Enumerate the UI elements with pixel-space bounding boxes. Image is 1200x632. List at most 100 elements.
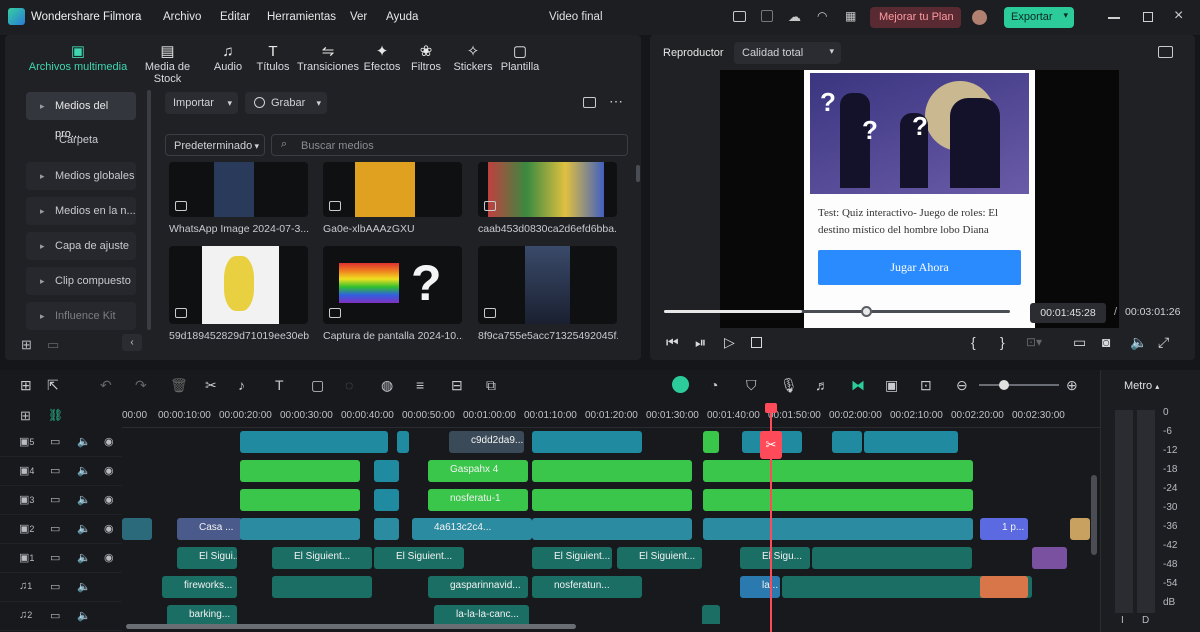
folder-icon[interactable]: ▭	[50, 609, 60, 622]
mark-out-icon[interactable]: }	[1000, 334, 1005, 350]
adjust-icon[interactable]: ≡	[416, 377, 424, 393]
media-thumbnail[interactable]: ?	[323, 246, 462, 324]
tab-archivos-multimedia[interactable]: ▣ Archivos multimedia	[28, 43, 128, 73]
apps-grid-icon[interactable]: ▦	[845, 9, 856, 23]
audio-clip[interactable]: gasparinnavid...	[428, 576, 528, 598]
playhead-handle[interactable]	[765, 403, 777, 413]
tab-media-de-stock[interactable]: ▤ Media de Stock	[130, 43, 205, 85]
sidebar-item-clip-compuesto[interactable]: Clip compuesto	[26, 267, 136, 295]
sidebar-item-medios-nube[interactable]: Medios en la n...	[26, 197, 136, 225]
audio-clip[interactable]	[272, 576, 372, 598]
video-clip[interactable]: El Sigui...	[177, 547, 237, 569]
eye-icon[interactable]: ◉	[104, 435, 114, 448]
display-icon[interactable]: ▭	[1073, 334, 1086, 351]
text-icon[interactable]: T	[275, 377, 284, 393]
media-thumbnail[interactable]	[169, 162, 308, 217]
search-box[interactable]: ⌕ Buscar medios	[271, 134, 628, 156]
video-clip[interactable]	[1070, 518, 1090, 540]
sort-dropdown[interactable]: Predeterminado ▾	[165, 134, 265, 156]
video-clip[interactable]	[703, 518, 973, 540]
add-track-icon[interactable]: ⊞	[20, 408, 31, 424]
video-clip[interactable]	[1032, 547, 1067, 569]
video-clip[interactable]	[240, 460, 360, 482]
audio-clip[interactable]: fireworks...	[162, 576, 237, 598]
video-clip[interactable]	[240, 431, 388, 453]
zoom-in-icon[interactable]: ⊕	[1066, 377, 1078, 394]
video-clip[interactable]	[832, 431, 862, 453]
progress-handle[interactable]	[861, 306, 872, 317]
vertical-scrollbar[interactable]	[1091, 475, 1097, 555]
sidebar-item-influence-kit[interactable]: Influence Kit	[26, 302, 136, 330]
menu-editar[interactable]: Editar	[220, 11, 250, 23]
video-clip[interactable]	[240, 489, 360, 511]
video-clip[interactable]	[703, 489, 973, 511]
new-folder-icon[interactable]: ⊞	[21, 337, 32, 353]
play-step-icon[interactable]: ⏯	[695, 334, 706, 351]
volume-icon[interactable]: 🔈	[77, 493, 91, 506]
volume-icon[interactable]: 🔈	[77, 464, 91, 477]
sidebar-scrollbar[interactable]	[147, 90, 151, 330]
menu-ver[interactable]: Ver	[350, 11, 367, 23]
record-button[interactable]: Grabar ▾	[245, 92, 327, 114]
video-clip[interactable]	[532, 460, 692, 482]
scissors-icon[interactable]: ✂	[205, 377, 217, 394]
import-button[interactable]: Importar ▾	[165, 92, 238, 114]
video-clip[interactable]	[374, 518, 399, 540]
video-clip[interactable]: Casa ...	[177, 518, 242, 540]
export-button[interactable]: Exportar ▾	[1004, 7, 1074, 28]
title-clip[interactable]: 1 p...	[980, 518, 1028, 540]
player-tab[interactable]: Reproductor	[663, 47, 724, 59]
save-icon[interactable]	[761, 10, 773, 22]
previous-frame-icon[interactable]: ⏮	[666, 334, 679, 351]
video-clip[interactable]	[122, 518, 152, 540]
media-thumbnail[interactable]	[169, 246, 308, 324]
close-icon[interactable]: ×	[1174, 7, 1183, 25]
video-clip[interactable]: nosferatu-1	[428, 489, 528, 511]
media-thumbnail[interactable]	[478, 246, 617, 324]
audio-clip[interactable]: barking...	[167, 605, 237, 624]
preview-canvas[interactable]: ? ? ? Test: Quiz interactivo- Juego de r…	[720, 70, 1119, 328]
microphone-icon[interactable]: 🎙	[780, 377, 798, 394]
volume-icon[interactable]: 🔈	[77, 609, 91, 622]
media-thumbnail[interactable]	[323, 162, 462, 217]
tab-audio[interactable]: ♫ Audio	[207, 43, 249, 73]
more-options-icon[interactable]: ⋯	[609, 93, 623, 110]
tab-filtros[interactable]: ❀ Filtros	[406, 43, 446, 73]
split-scissors-icon[interactable]: ✂	[760, 431, 782, 459]
audio-clip[interactable]	[702, 605, 720, 624]
zoom-handle[interactable]	[999, 380, 1009, 390]
render-preview-icon[interactable]	[672, 376, 689, 393]
snap-icon[interactable]: ⧓	[851, 377, 865, 394]
fullscreen-icon[interactable]: ⤢	[1158, 334, 1169, 351]
translate-icon[interactable]: ⧉	[486, 377, 496, 394]
tab-titulos[interactable]: T Títulos	[254, 43, 292, 73]
mark-in-icon[interactable]: {	[971, 334, 976, 350]
video-clip[interactable]	[374, 489, 399, 511]
video-clip[interactable]: 4a613c2c4...	[412, 518, 532, 540]
video-clip[interactable]	[374, 460, 399, 482]
sidebar-item-medios-globales[interactable]: Medios globales	[26, 162, 136, 190]
marker-icon[interactable]: ⛉	[746, 377, 757, 394]
tab-plantilla[interactable]: ▢ Plantilla	[497, 43, 543, 73]
eye-icon[interactable]: ◉	[104, 522, 114, 535]
layout-grid-icon[interactable]: ⊞	[20, 377, 32, 394]
tab-stickers[interactable]: ✧ Stickers	[449, 43, 497, 73]
search-input[interactable]: Buscar medios	[301, 140, 374, 152]
progress-track[interactable]	[664, 306, 1010, 317]
image-view-icon[interactable]	[583, 97, 596, 108]
video-clip[interactable]: Gaspahx 4	[428, 460, 528, 482]
audio-clip[interactable]: nosferatun...	[532, 576, 642, 598]
minimize-icon[interactable]	[1108, 17, 1120, 19]
eye-icon[interactable]: ◉	[104, 551, 114, 564]
video-clip[interactable]	[703, 431, 719, 453]
video-clip[interactable]: El Siguient...	[374, 547, 464, 569]
video-clip[interactable]	[864, 431, 958, 453]
audio-mix-icon[interactable]: ♬	[815, 377, 829, 393]
fit-icon[interactable]: ⊡	[920, 377, 932, 394]
volume-icon[interactable]: 🔈	[77, 435, 91, 448]
video-clip[interactable]	[532, 518, 692, 540]
video-clip[interactable]	[397, 431, 409, 453]
volume-icon[interactable]: 🔈	[1130, 334, 1147, 351]
undo-icon[interactable]: ↶	[100, 377, 112, 394]
delete-icon[interactable]: 🗑	[170, 377, 188, 394]
